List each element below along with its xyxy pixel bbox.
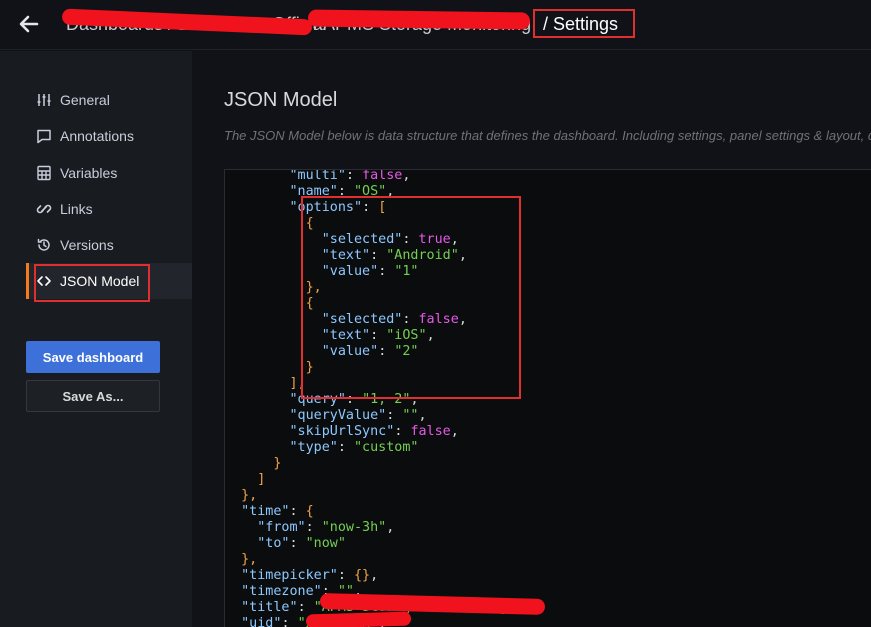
sidebar-item-label: Links	[60, 201, 93, 217]
redaction-mark	[307, 9, 531, 30]
code-line: }	[305, 360, 314, 375]
sidebar-item-general[interactable]: General	[26, 82, 192, 118]
page-title: JSON Model	[224, 89, 338, 111]
code-line: ],	[289, 376, 306, 391]
page-description: The JSON Model below is data structure t…	[224, 128, 871, 143]
sidebar-item-label: Versions	[60, 237, 114, 253]
comment-icon	[36, 128, 52, 144]
breadcrumb-current-page: / Settings	[543, 14, 619, 34]
json-code-content: "multi": false, "name": "OS", "options":…	[225, 169, 523, 627]
code-line: "name": "OS",	[289, 184, 395, 199]
code-line: "queryValue": "",	[289, 408, 427, 423]
code-line: ]	[257, 472, 266, 487]
history-icon	[36, 237, 52, 253]
code-line: "value": "1"	[321, 264, 419, 279]
code-line: "query": "1, 2",	[289, 392, 419, 407]
code-brackets-icon	[36, 273, 52, 289]
code-line: "time": {	[241, 504, 314, 519]
code-line: "text": "Android",	[321, 248, 467, 263]
save-dashboard-button[interactable]: Save dashboard	[26, 341, 160, 373]
sidebar-item-json-model[interactable]: JSON Model	[26, 263, 192, 299]
sidebar-item-label: General	[60, 92, 110, 108]
link-icon	[36, 201, 52, 217]
code-line: }	[273, 456, 282, 471]
settings-sidebar: General Annotations Variables Links Vers…	[0, 51, 192, 627]
save-as-button[interactable]: Save As...	[26, 380, 160, 412]
arrow-left-icon	[19, 15, 39, 33]
sliders-icon	[36, 92, 52, 108]
code-line: "to": "now"	[257, 536, 346, 551]
code-line: },	[241, 552, 258, 567]
back-button[interactable]	[16, 11, 42, 37]
code-line: },	[305, 280, 322, 295]
sidebar-item-annotations[interactable]: Annotations	[26, 118, 192, 154]
redaction-mark	[305, 611, 412, 627]
sidebar-item-variables[interactable]: Variables	[26, 155, 192, 191]
sidebar-item-links[interactable]: Links	[26, 191, 192, 227]
sidebar-item-label: Variables	[60, 165, 118, 181]
sidebar-item-versions[interactable]: Versions	[26, 227, 192, 263]
code-line: "selected": false,	[321, 312, 467, 327]
code-line: "selected": true,	[321, 232, 459, 247]
main-content: JSON Model The JSON Model below is data …	[192, 51, 871, 627]
code-line: "timepicker": {},	[241, 568, 379, 583]
sidebar-item-label: Annotations	[60, 128, 134, 144]
code-line: {	[305, 296, 314, 311]
calculator-icon	[36, 165, 52, 181]
code-line: "multi": false,	[289, 169, 411, 183]
json-code-editor[interactable]: "multi": false, "name": "OS", "options":…	[224, 169, 871, 627]
top-bar: Dashboards / Demo New Official / APMS St…	[0, 0, 871, 50]
code-line: },	[241, 488, 258, 503]
code-line: "skipUrlSync": false,	[289, 424, 459, 439]
code-line: "type": "custom"	[289, 440, 419, 455]
code-line: "text": "iOS",	[321, 328, 435, 343]
code-line: "options": [	[289, 200, 387, 215]
code-line: "from": "now-3h",	[257, 520, 395, 535]
code-line: {	[305, 216, 314, 231]
sidebar-item-label: JSON Model	[60, 273, 140, 289]
code-line: "value": "2"	[321, 344, 419, 359]
